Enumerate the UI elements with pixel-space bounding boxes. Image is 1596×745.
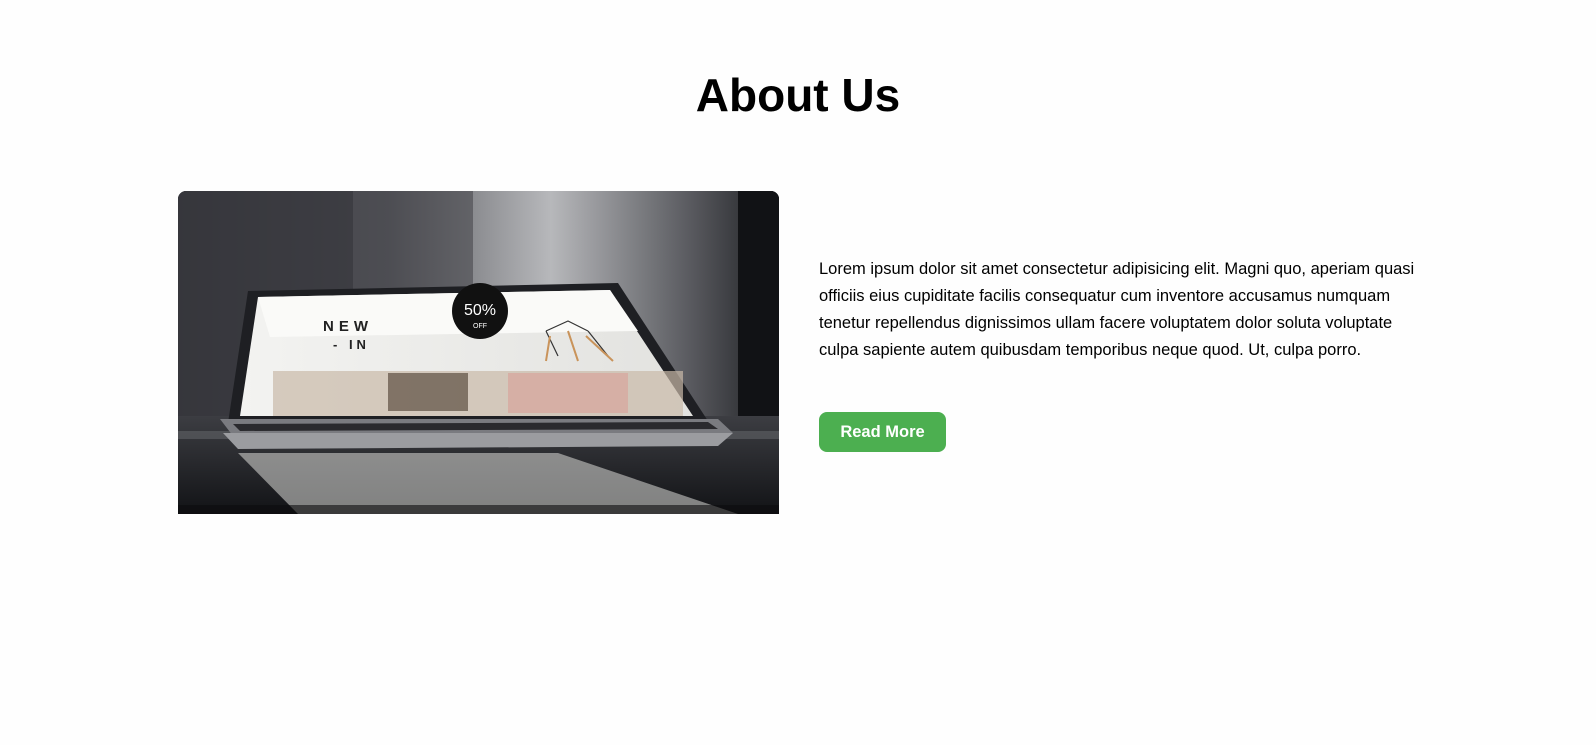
read-more-button[interactable]: Read More [819, 412, 946, 452]
about-paragraph: Lorem ipsum dolor sit amet consectetur a… [819, 260, 1415, 359]
page-title: About Us [695, 69, 901, 121]
laptop-photo: NEW - IN 50% OFF [178, 191, 779, 514]
screen-headline-1: NEW [323, 318, 373, 335]
about-image: NEW - IN 50% OFF [178, 191, 779, 514]
screen-badge: 50% [464, 302, 496, 319]
screen-headline-2: - IN [333, 337, 370, 352]
screen-badge-sub: OFF [473, 323, 487, 330]
